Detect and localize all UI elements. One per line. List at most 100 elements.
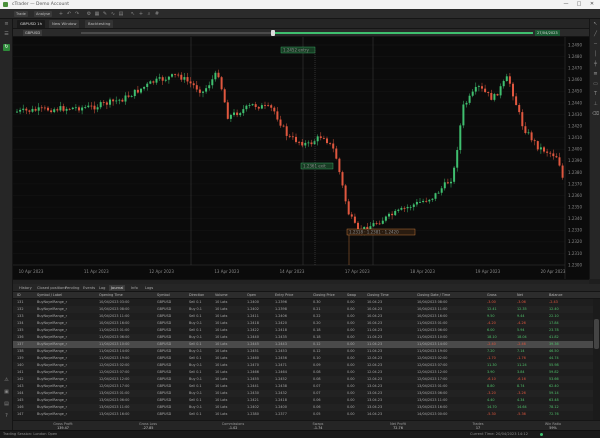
fibonacci-icon[interactable]: ≣ (592, 71, 599, 78)
layout-icon[interactable]: ▦ (94, 11, 100, 17)
tab-pending[interactable]: Pending (63, 285, 81, 291)
column-header[interactable]: Swap (347, 293, 356, 297)
table-row[interactable]: 131 BuyNoyelRange_r 10/04/2023 03:00 GBPUSD… (13, 299, 593, 306)
indicator-icon[interactable]: ∿ (110, 11, 116, 17)
column-header[interactable]: Balance (549, 293, 563, 297)
candle-body (242, 109, 245, 114)
rectangle-tool-icon[interactable]: ▭ (592, 81, 599, 88)
crosshair-icon[interactable]: + (138, 11, 144, 17)
candle-body (102, 102, 105, 103)
table-row[interactable]: 135 BuyNoyelRange_r 11/04/2023 01:00 GBPUSD… (13, 327, 593, 334)
x-tick-label: 13 Apr 2023 (214, 269, 239, 274)
table-row[interactable]: 141 BuyNoyelRange_r 12/04/2023 07:00 GBPUSD… (13, 369, 593, 376)
channel-tool-icon[interactable]: ╪ (592, 61, 599, 68)
column-header[interactable]: Closing Time (367, 293, 389, 297)
price-chart[interactable]: 1.2452 entry 1.2361 exit 1.2318 · 1.2381 ·… (13, 37, 589, 279)
vertical-line-icon[interactable]: │ (592, 51, 599, 58)
alerts-icon[interactable]: ⚠ (3, 377, 10, 384)
help-icon[interactable]: ? (3, 413, 10, 420)
candle-body (446, 182, 449, 184)
x-tick-label: 19 Apr 2023 (475, 269, 500, 274)
settings-icon[interactable]: ⚙ (86, 11, 92, 17)
table-row[interactable]: 132 BuyNoyelRange_r 10/04/2023 08:00 GBPUSD… (13, 306, 593, 313)
table-cell: -1.70 (487, 356, 496, 360)
table-row[interactable]: 133 BuyNoyelRange_r 10/04/2023 11:00 GBPUSD… (13, 313, 593, 320)
trade-panel-icon[interactable]: ≡ (3, 21, 10, 28)
close-button[interactable]: ✕ (587, 1, 597, 7)
tab-gbpusd[interactable]: GBPUSD 1h (17, 20, 45, 28)
calendar-icon[interactable]: ▣ (3, 389, 10, 396)
copy-icon[interactable]: ↻ (3, 44, 10, 51)
table-cell: Buy 0.1 (189, 307, 202, 311)
text-tool-icon[interactable]: T (592, 91, 599, 98)
column-header[interactable]: ID (17, 293, 21, 297)
tab-logs[interactable]: Logs (143, 285, 155, 291)
tab-backtesting[interactable]: Backtesting (85, 20, 114, 28)
column-header[interactable]: Entry Price (275, 293, 293, 297)
table-row[interactable]: 137 BuyNoyelRange_r 11/04/2023 10:00 GBPUSD… (13, 341, 593, 348)
candle-body (251, 104, 254, 106)
tab-events[interactable]: Events (81, 285, 97, 291)
table-row[interactable]: 142 BuyNoyelRange_r 12/04/2023 12:00 GBPUSD… (13, 376, 593, 383)
candle-body (502, 81, 505, 87)
timeline-handle[interactable] (271, 30, 275, 36)
column-header[interactable]: Open (247, 293, 256, 297)
table-row[interactable]: 139 BuyNoyelRange_r 11/04/2023 19:00 GBPUSD… (13, 355, 593, 362)
ruler-icon[interactable]: ⊥ (592, 101, 599, 108)
table-scrollbar[interactable] (593, 299, 600, 420)
column-header[interactable]: Closing Price (313, 293, 335, 297)
minimize-button[interactable]: — (561, 1, 571, 7)
table-cell: 13.04.23 (367, 391, 383, 395)
eraser-icon[interactable]: ⌫ (592, 111, 599, 118)
column-header[interactable]: Closing Date / Time (417, 293, 450, 297)
candlestick-chart[interactable]: 1.2452 entry 1.2361 exit 1.2318 · 1.2381 ·… (13, 37, 589, 279)
trade-button[interactable]: Trade (14, 11, 28, 17)
table-row[interactable]: 134 BuyNoyelRange_r 10/04/2023 16:00 GBPUSD… (13, 320, 593, 327)
table-cell: 0.00 (347, 342, 355, 346)
news-icon[interactable]: ▤ (3, 401, 10, 408)
table-row[interactable]: 143 BuyNoyelRange_r 12/04/2023 17:00 GBPUSD… (13, 383, 593, 390)
redo-icon[interactable]: ↷ (74, 11, 80, 17)
zoom-icon[interactable]: ⌕ (146, 11, 152, 17)
timeline-end-date: 27/04/2023 (535, 30, 560, 36)
drawing-icon[interactable]: ✎ (102, 11, 108, 17)
column-header[interactable]: Direction (189, 293, 204, 297)
table-row[interactable]: 138 BuyNoyelRange_r 11/04/2023 14:00 GBPUSD… (13, 348, 593, 355)
table-row[interactable]: 147 BuyNoyelRange_r 13/04/2023 16:00 GBPUSD… (13, 411, 593, 418)
column-header[interactable]: Gross (487, 293, 497, 297)
maximize-button[interactable]: □ (574, 1, 584, 7)
candle-body (65, 108, 68, 111)
tab-journal[interactable]: Journal (109, 285, 126, 291)
undo-icon[interactable]: ↶ (66, 11, 72, 17)
column-header[interactable]: Symbol / Label (37, 293, 62, 297)
table-row[interactable]: 136 BuyNoyelRange_r 11/04/2023 06:00 GBPUSD… (13, 334, 593, 341)
cursor-icon[interactable]: ↖ (130, 11, 136, 17)
pointer-tool-icon[interactable]: ↖ (592, 21, 599, 28)
watchlist-icon[interactable]: ☰ (3, 31, 10, 38)
tab-history[interactable]: History (17, 285, 34, 291)
table-row[interactable]: 146 BuyNoyelRange_r 13/04/2023 11:00 GBPUSD… (13, 404, 593, 411)
y-tick-label: 1.2480 (568, 54, 582, 59)
tab-log[interactable]: Log (97, 285, 107, 291)
tab-new-window[interactable]: New Window (49, 20, 80, 28)
column-header[interactable]: Opening Time (99, 293, 123, 297)
table-row[interactable]: 140 BuyNoyelRange_r 12/04/2023 02:00 GBPUSD… (13, 362, 593, 369)
table-cell: Sell 0.1 (189, 328, 202, 332)
new-order-icon[interactable]: + (58, 11, 64, 17)
table-cell: 0.21 (313, 307, 321, 311)
analyse-button[interactable]: Analyse (34, 11, 53, 17)
table-row[interactable]: 144 BuyNoyelRange_r 13/04/2023 01:00 GBPUSD… (13, 390, 593, 397)
scrollbar-thumb[interactable] (594, 319, 599, 349)
grid-icon[interactable]: # (154, 11, 160, 17)
column-header[interactable]: Volume (215, 293, 228, 297)
template-icon[interactable]: ▤ (118, 11, 124, 17)
horizontal-line-icon[interactable]: ─ (592, 41, 599, 48)
column-header[interactable]: Net (517, 293, 523, 297)
table-cell: 14.04.23 (367, 412, 383, 416)
tab-info[interactable]: Info (129, 285, 140, 291)
line-tool-icon[interactable]: ╱ (592, 31, 599, 38)
symbol-selector[interactable]: GBPUSD (23, 30, 43, 36)
table-row[interactable]: 145 BuyNoyelRange_r 13/04/2023 06:00 GBPUSD… (13, 397, 593, 404)
table-cell: 13/04/2023 11:00 (417, 398, 448, 402)
column-header[interactable]: Symbol (157, 293, 170, 297)
